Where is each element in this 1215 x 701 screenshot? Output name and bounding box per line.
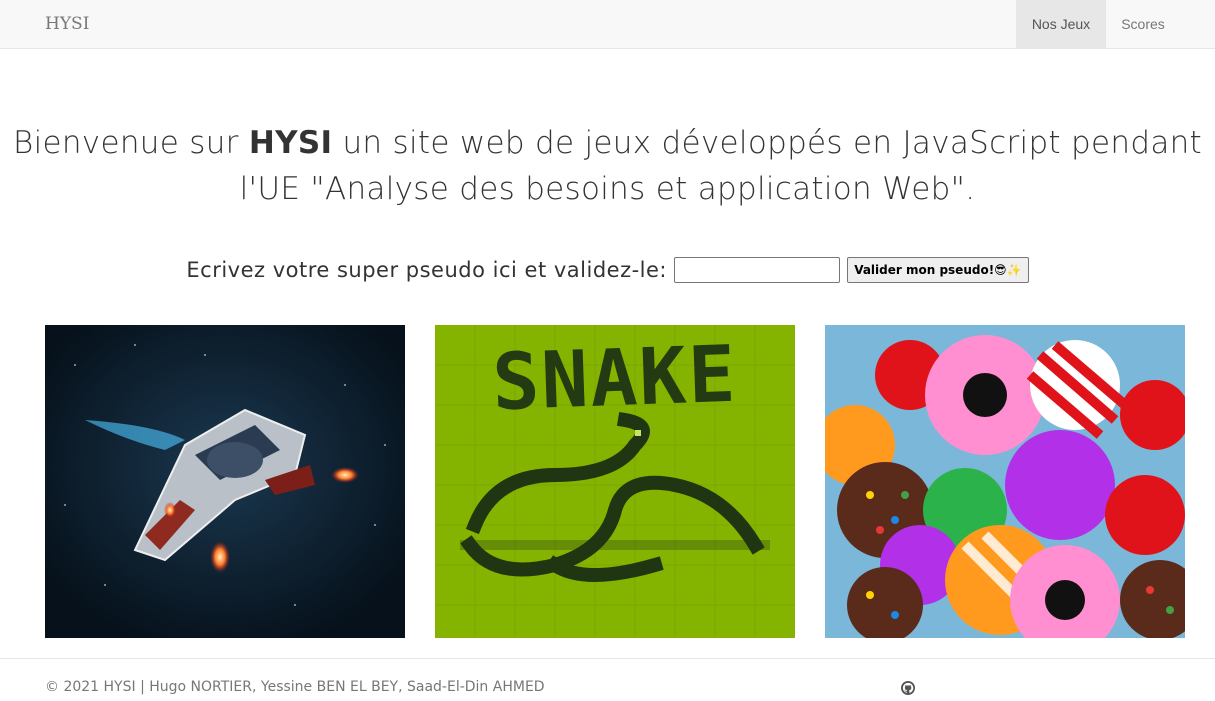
- intro-text: Bienvenue sur HYSI un site web de jeux d…: [0, 120, 1215, 212]
- nav-link-nos-jeux[interactable]: Nos Jeux: [1016, 0, 1106, 48]
- navbar-brand[interactable]: HYSI: [45, 14, 89, 34]
- pseudo-input[interactable]: [674, 257, 841, 283]
- space-shooter-image: [45, 325, 405, 638]
- github-icon[interactable]: [901, 681, 915, 695]
- game-card-candy[interactable]: [825, 325, 1185, 638]
- pseudo-form: Ecrivez votre super pseudo ici et valide…: [0, 257, 1215, 289]
- footer: © 2021 HYSI | Hugo NORTIER, Yessine BEN …: [0, 658, 1215, 701]
- pseudo-label: Ecrivez votre super pseudo ici et valide…: [186, 258, 668, 282]
- intro-brand: HYSI: [248, 125, 333, 161]
- game-card-space-shooter[interactable]: [45, 325, 405, 638]
- footer-copyright: © 2021 HYSI | Hugo NORTIER, Yessine BEN …: [45, 679, 545, 695]
- navbar: HYSI Nos Jeux Scores: [0, 0, 1215, 49]
- game-card-snake[interactable]: SNAKE: [435, 325, 795, 638]
- intro-before: Bienvenue sur: [12, 125, 249, 161]
- validate-pseudo-button[interactable]: Valider mon pseudo!😎✨: [847, 257, 1029, 283]
- github-glyph: [902, 682, 914, 693]
- snake-logo-text: SNAKE: [491, 330, 739, 428]
- nav-link-scores[interactable]: Scores: [1106, 0, 1180, 48]
- candy-image: [825, 325, 1185, 638]
- intro-after: un site web de jeux développés en JavaSc…: [239, 125, 1203, 207]
- snake-image: SNAKE: [435, 325, 795, 638]
